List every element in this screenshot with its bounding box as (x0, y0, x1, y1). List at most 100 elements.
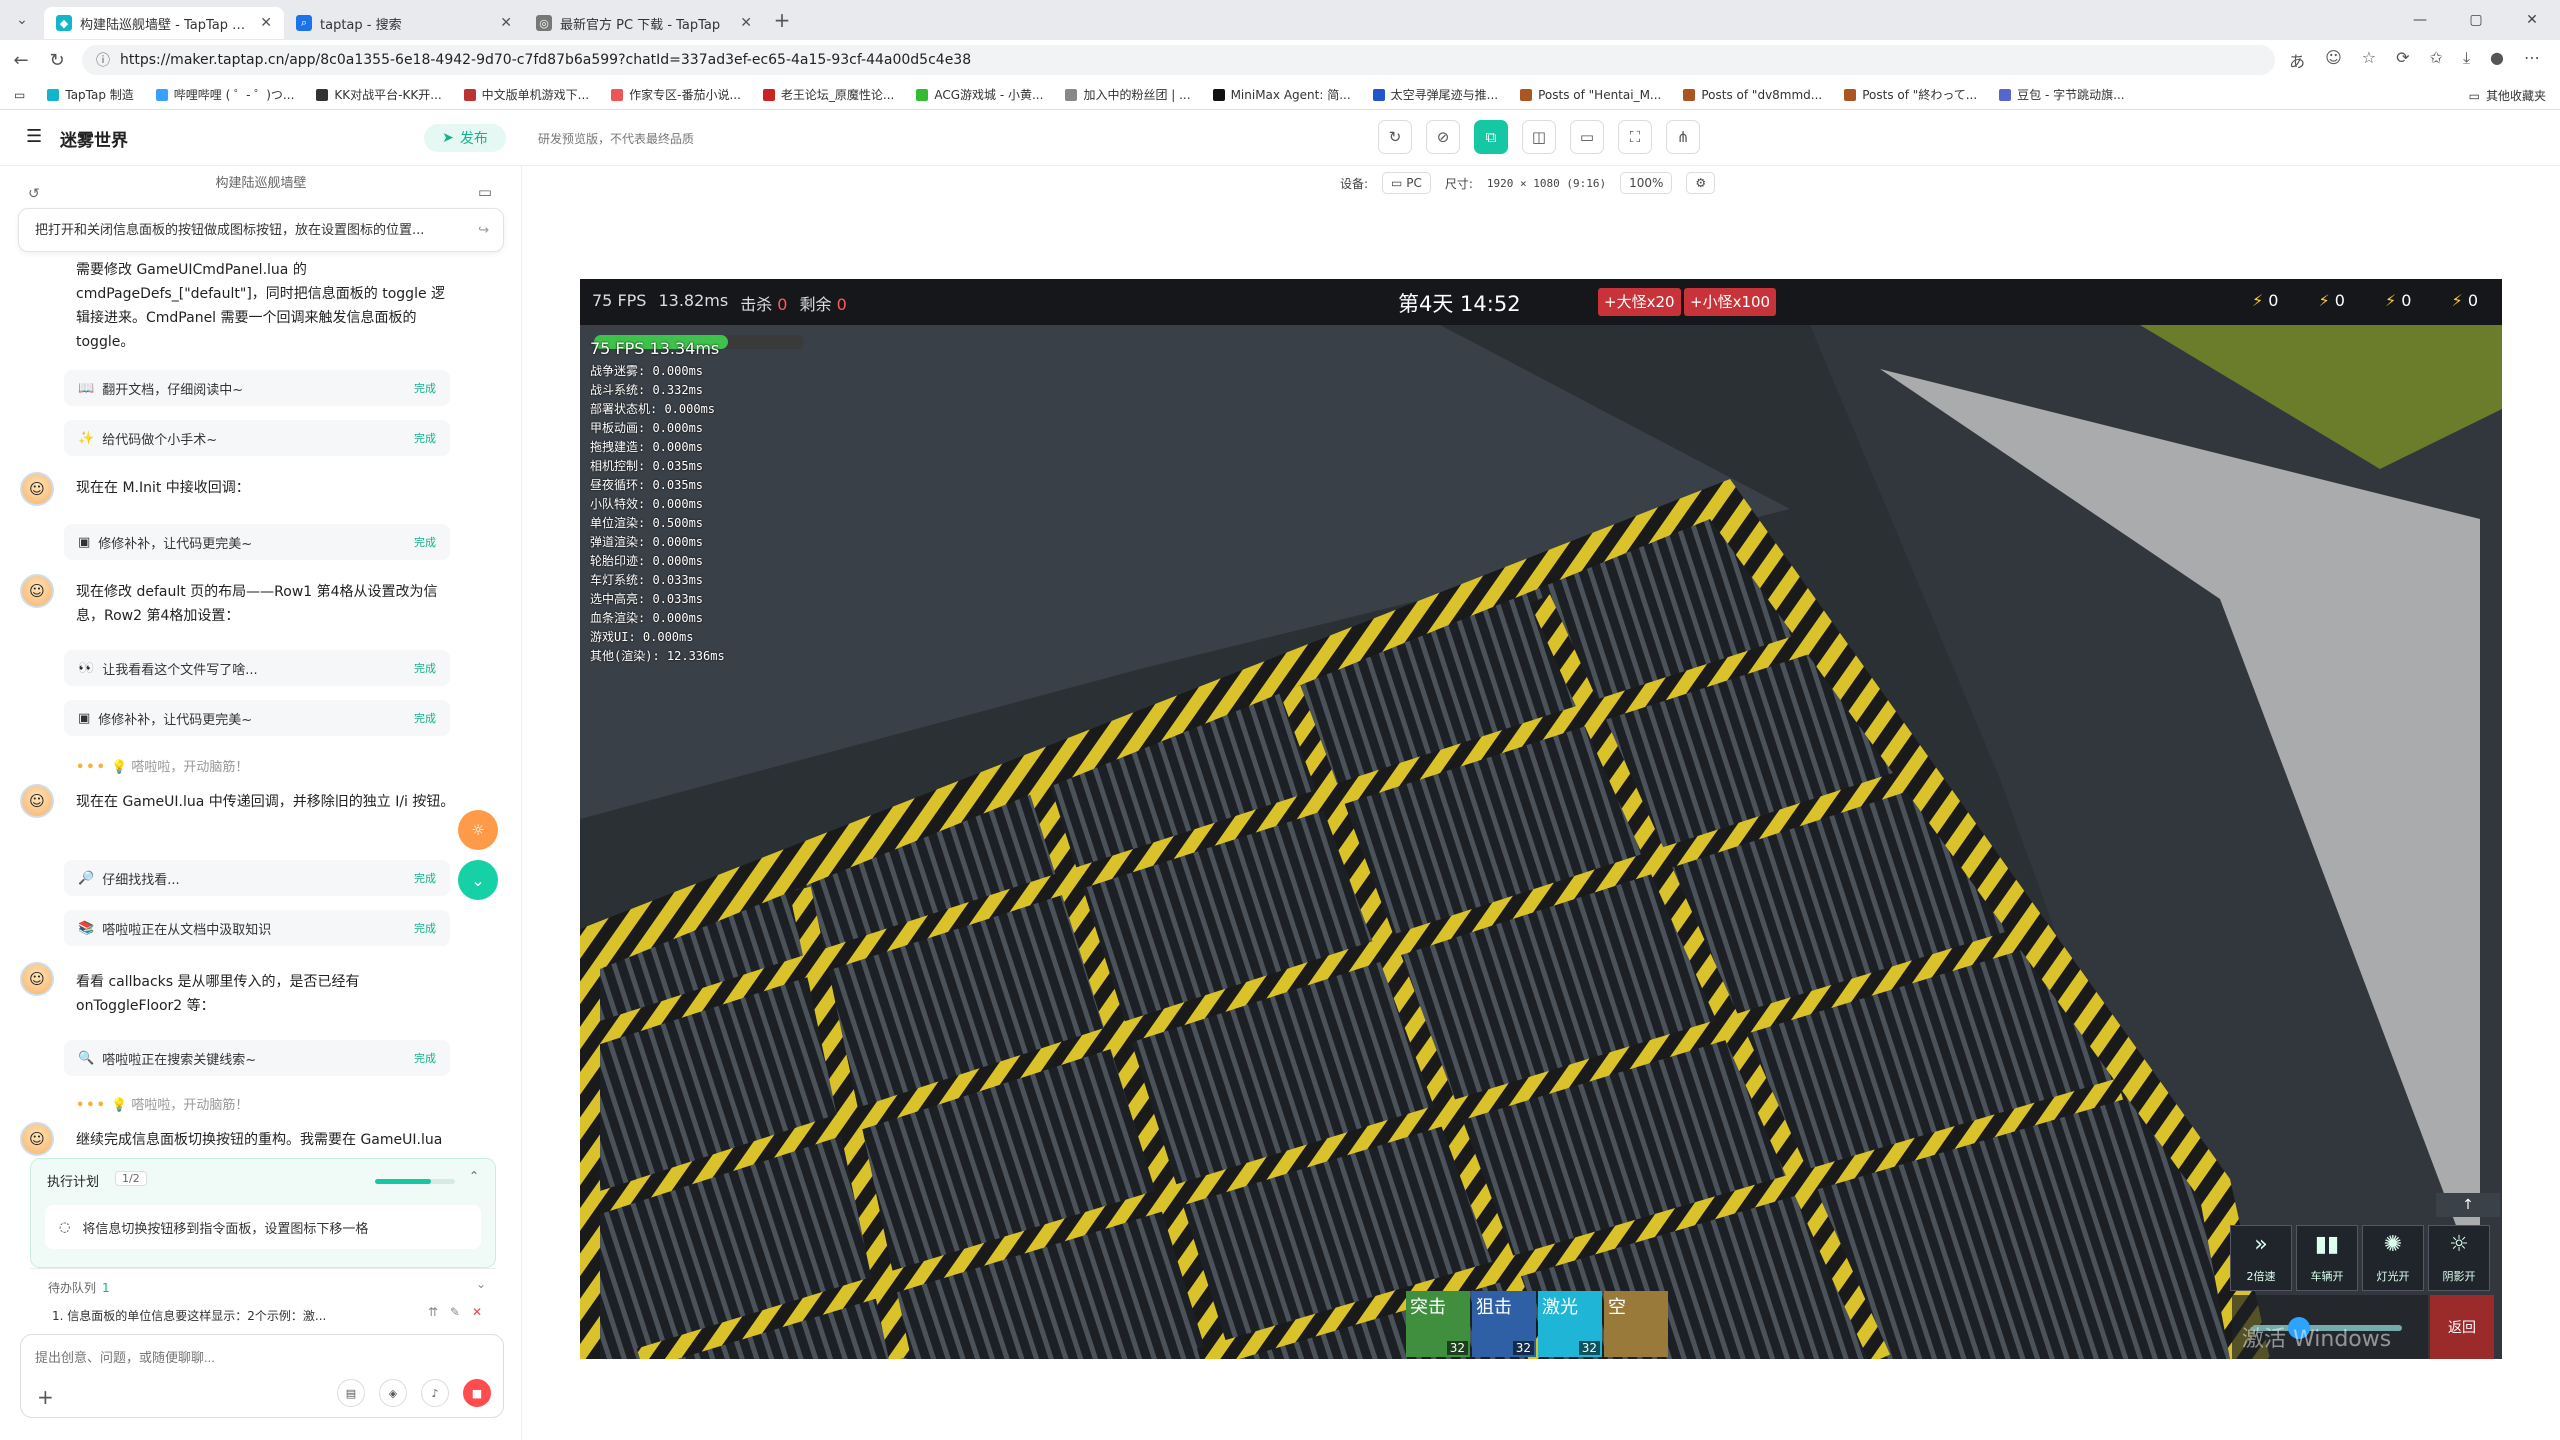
game-viewport[interactable]: 75 FPS 13.82ms 击杀 0 剩余 0 第4天 14:52 +大怪x2… (580, 279, 2502, 1359)
reader-icon[interactable]: ☺ (2325, 48, 2342, 72)
refresh-icon[interactable]: ↻ (1378, 120, 1412, 154)
bookmark-item[interactable]: TapTap 制造 (47, 86, 134, 103)
tab-list-icon[interactable]: ⌄ (0, 12, 44, 28)
jump-icon[interactable]: ↪ (478, 209, 489, 251)
translate-icon[interactable]: あ (2289, 48, 2305, 72)
browser-tab-1[interactable]: ◆ 构建陆巡舰墙壁 - TapTap 制造 ✕ (44, 7, 284, 39)
stop-button[interactable]: ■ (463, 1379, 491, 1407)
screenshot-icon[interactable]: ◫ (1522, 120, 1556, 154)
fab-orange-button[interactable]: ☼ (458, 810, 498, 850)
chevron-down-icon[interactable]: ⌄ (476, 1277, 486, 1291)
profile-avatar[interactable]: ● (2490, 48, 2504, 72)
bookmark-folder-icon[interactable]: ▭ (14, 88, 25, 102)
record-icon[interactable]: ▭ (1570, 120, 1604, 154)
settings-icon[interactable]: ⚙ (1686, 172, 1716, 194)
microphone-icon[interactable]: ♪ (421, 1379, 449, 1407)
step-item[interactable]: ▣ 修修补补，让代码更完美~ 完成 (64, 700, 450, 736)
collapse-icon[interactable]: ⌃ (469, 1169, 479, 1183)
other-bookmarks[interactable]: ▭ 其他收藏夹 (2469, 87, 2546, 104)
bookmark-item[interactable]: 中文版单机游戏下... (463, 86, 589, 103)
shadow-toggle-button[interactable]: ☼ 阴影开 (2428, 1225, 2490, 1291)
bookmark-item[interactable]: Posts of "dv8mmd... (1683, 88, 1822, 102)
close-tab-icon[interactable]: ✕ (500, 15, 512, 31)
edit-icon[interactable]: ✎ (450, 1305, 460, 1319)
bookmark-item[interactable]: Posts of "終わって... (1844, 86, 1977, 103)
energy-counter: ⚡ 0 (2451, 291, 2478, 310)
return-button[interactable]: 返回 (2430, 1295, 2494, 1359)
zoom-select[interactable]: 100% (1620, 172, 1673, 194)
bookmark-item[interactable]: 作家专区-番茄小说... (611, 86, 741, 103)
plan-progress-bar (375, 1179, 455, 1184)
tab-title: 构建陆巡舰墙壁 - TapTap 制造 (80, 17, 253, 33)
step-item[interactable]: 🔍 嗒啦啦正在搜索关键线索~ 完成 (64, 1040, 450, 1076)
unit-card-sniper[interactable]: 狙击 32 (1472, 1291, 1536, 1357)
document-icon[interactable]: ▤ (337, 1379, 365, 1407)
more-menu-icon[interactable]: ⋯ (2524, 48, 2540, 72)
perf-overlay: 75 FPS 13.34ms 战争迷雾: 0.000ms 战斗系统: 0.332… (590, 339, 725, 666)
layers-icon[interactable]: ◈ (379, 1379, 407, 1407)
folder-icon: ▭ (2468, 88, 2480, 103)
step-item[interactable]: ▣ 修修补补，让代码更完美~ 完成 (64, 524, 450, 560)
bookmark-favicon-icon (1999, 88, 2012, 101)
fullscreen-icon[interactable]: ⛶ (1618, 120, 1652, 154)
step-item[interactable]: 📚 嗒啦啦正在从文档中汲取知识 完成 (64, 910, 450, 946)
bookmark-item[interactable]: 加入中的粉丝团 | ... (1065, 86, 1191, 103)
close-window-icon[interactable]: ✕ (2504, 0, 2560, 40)
bookmark-item[interactable]: KK对战平台-KK开... (316, 86, 442, 103)
add-attachment-icon[interactable]: + (37, 1385, 54, 1409)
bulb-icon: 💡 (111, 760, 128, 775)
bookmark-item[interactable]: 老王论坛_原魔性论... (762, 86, 894, 103)
close-tab-icon[interactable]: ✕ (260, 15, 272, 31)
download-icon[interactable]: ⤓ (2463, 48, 2470, 72)
speed-2x-button[interactable]: » 2倍速 (2230, 1225, 2292, 1291)
expand-arrow-button[interactable]: ↑ (2436, 1193, 2500, 1217)
back-icon[interactable]: ← (10, 50, 32, 71)
move-top-icon[interactable]: ⇈ (428, 1305, 438, 1319)
bookmark-item[interactable]: ACG游戏城 - 小黄... (916, 86, 1043, 103)
browser-tab-3[interactable]: ◎ 最新官方 PC 下载 - TapTap ✕ (524, 7, 764, 39)
share-icon[interactable]: ⋔ (1666, 120, 1700, 154)
bookmark-item[interactable]: 太空寻弹尾迹与推... (1372, 86, 1498, 103)
chat-input[interactable] (35, 1345, 485, 1369)
bookmark-item[interactable]: Posts of "Hentai_M... (1520, 88, 1661, 102)
perf-line: 甲板动画: 0.000ms (590, 421, 704, 435)
step-item[interactable]: 📖 翻开文档，仔细阅读中~ 完成 (64, 370, 450, 406)
bookmark-item[interactable]: MiniMax Agent: 简... (1212, 86, 1351, 103)
site-info-icon[interactable]: ⓘ (96, 50, 110, 70)
perf-line: 轮胎印迹: 0.000ms (590, 554, 704, 568)
history-icon[interactable]: ↺ (28, 176, 40, 212)
step-item[interactable]: 👀 让我看看这个文件写了啥... 完成 (64, 650, 450, 686)
delete-icon[interactable]: ✕ (472, 1305, 482, 1319)
device-select[interactable]: ▭ PC (1382, 172, 1431, 194)
step-item[interactable]: 🔎 仔细找找看... 完成 (64, 860, 450, 896)
pinned-prompt[interactable]: 把打开和关闭信息面板的按钮做成图标按钮，放在设置图标的位置... ↪ (18, 208, 504, 252)
minimize-icon[interactable]: — (2392, 0, 2448, 40)
unit-card-assault[interactable]: 突击 32 (1406, 1291, 1470, 1357)
maximize-icon[interactable]: ▢ (2448, 0, 2504, 40)
unit-card-empty[interactable]: 空 (1604, 1291, 1668, 1357)
url-field[interactable]: ⓘ https://maker.taptap.cn/app/8c0a1355-6… (82, 45, 2276, 75)
bookmark-item[interactable]: 哔哩哔哩 ( ゜- ゜)つ... (155, 86, 294, 103)
reload-icon[interactable]: ↻ (46, 50, 68, 71)
new-chat-icon[interactable]: ▭ (478, 174, 492, 210)
light-toggle-button[interactable]: ✺ 灯光开 (2362, 1225, 2424, 1291)
favorites-icon[interactable]: ✩ (2430, 48, 2443, 72)
close-tab-icon[interactable]: ✕ (740, 15, 752, 31)
hamburger-menu-icon[interactable]: ☰ (26, 126, 42, 147)
new-tab-button[interactable]: + (764, 8, 800, 32)
inspect-icon[interactable]: ⧉ (1474, 120, 1508, 154)
step-item[interactable]: ✨ 给代码做个小手术~ 完成 (64, 420, 450, 456)
bookmark-item[interactable]: 豆包 - 字节跳动旗... (1999, 86, 2125, 103)
publish-button[interactable]: ➤ 发布 (424, 124, 506, 152)
refresh-ext-icon[interactable]: ⟳ (2396, 48, 2409, 72)
conversation-header: ↺ 构建陆巡舰墙壁 ▭ (0, 166, 521, 202)
loading-icon: ◌ (59, 1219, 71, 1235)
favorite-star-icon[interactable]: ☆ (2362, 48, 2376, 72)
vehicle-toggle-button[interactable]: ▮▮ 车辆开 (2296, 1225, 2358, 1291)
assistant-avatar: ☺ (20, 1122, 54, 1156)
scroll-down-button[interactable]: ⌄ (458, 860, 498, 900)
browser-tab-2[interactable]: ⌕ taptap - 搜索 ✕ (284, 7, 524, 39)
hide-icon[interactable]: ⊘ (1426, 120, 1460, 154)
unit-card-laser[interactable]: 激光 32 (1538, 1291, 1602, 1357)
light-icon: ✺ (2383, 1232, 2403, 1257)
